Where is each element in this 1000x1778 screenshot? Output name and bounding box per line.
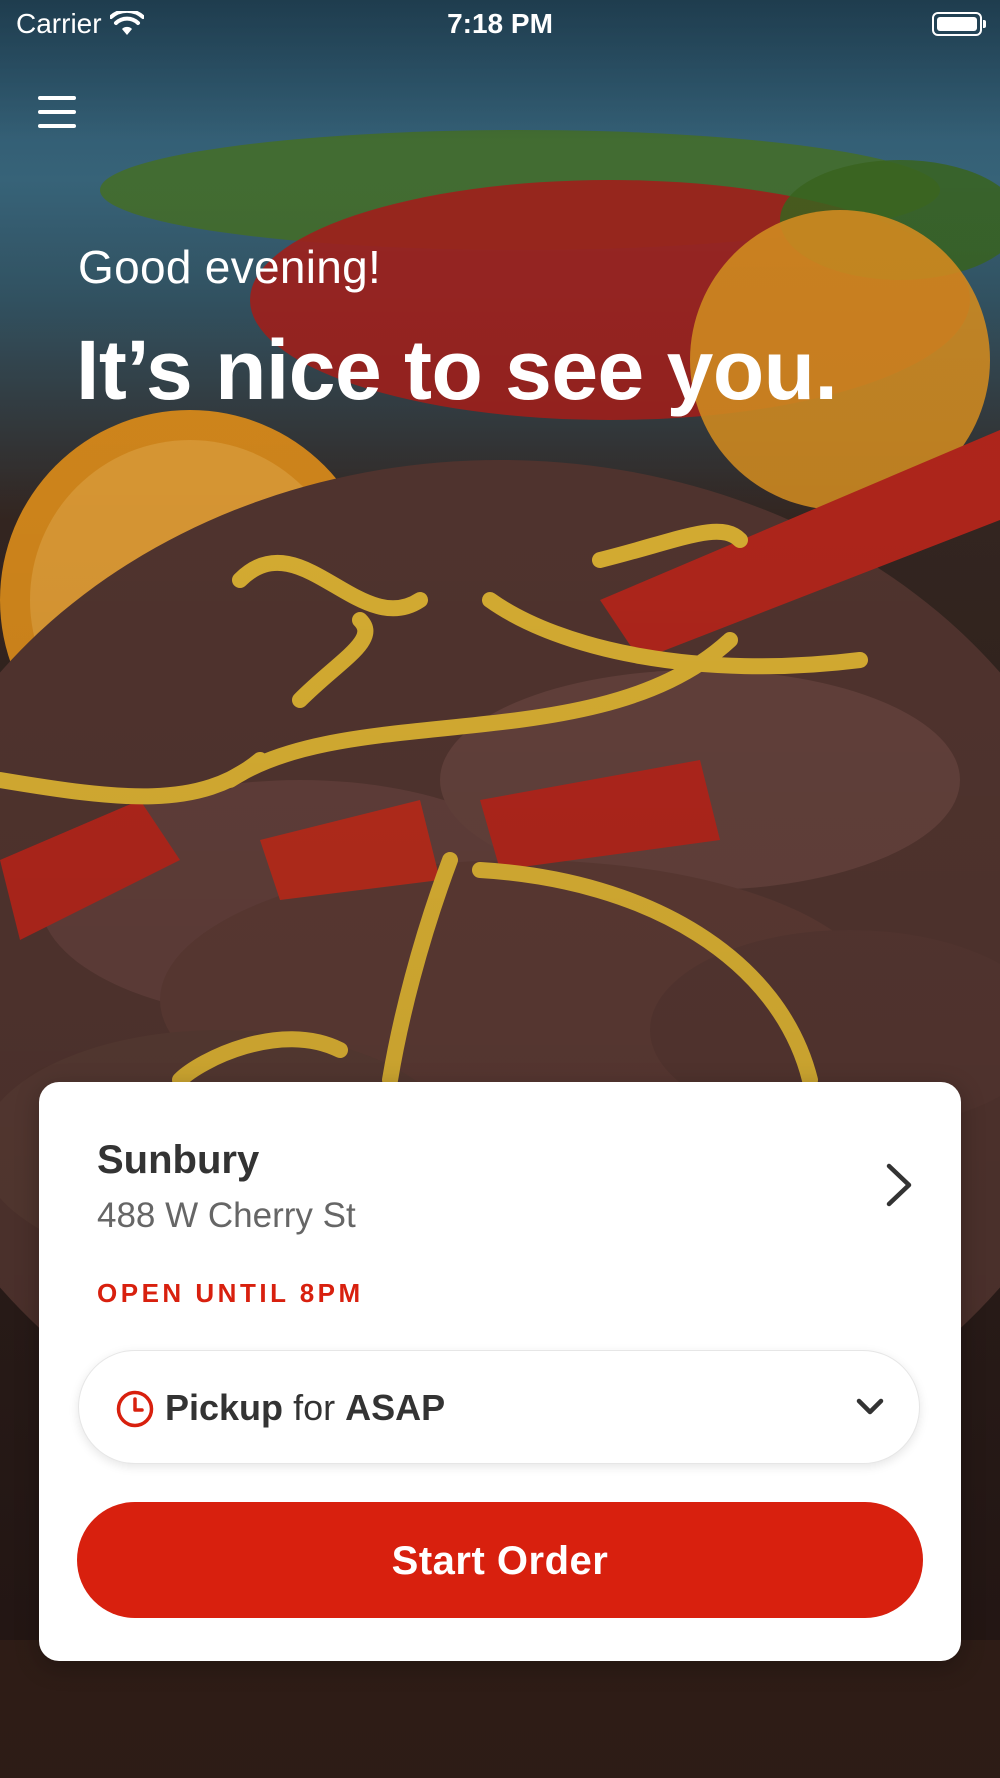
menu-line: [38, 96, 76, 100]
pickup-time-dropdown[interactable]: Pickup for ASAP: [78, 1350, 920, 1464]
headline-text: It’s nice to see you.: [76, 323, 838, 417]
status-time: 7:18 PM: [447, 8, 553, 39]
clock-icon: [116, 1390, 154, 1428]
chevron-right-icon: [886, 1163, 912, 1207]
chevron-down-icon: [856, 1398, 884, 1415]
greeting-text: Good evening!: [78, 241, 382, 293]
order-card: Sunbury 488 W Cherry St OPEN UNTIL 8PM P…: [39, 1082, 961, 1661]
order-mode-label: Pickup: [165, 1387, 284, 1428]
hamburger-menu-icon[interactable]: [36, 92, 80, 132]
location-address: 488 W Cherry St: [97, 1196, 356, 1235]
menu-line: [38, 124, 76, 128]
order-time-label: ASAP: [345, 1387, 446, 1428]
hours-status: OPEN UNTIL 8PM: [97, 1278, 364, 1308]
start-order-button[interactable]: Start Order: [77, 1502, 923, 1618]
battery-icon: [932, 12, 986, 36]
order-mode-connector: for: [293, 1387, 336, 1428]
status-bar: Carrier 7:18 PM: [0, 0, 1000, 52]
pickup-summary: Pickup for ASAP: [165, 1387, 445, 1429]
menu-line: [38, 110, 76, 114]
location-selector[interactable]: Sunbury 488 W Cherry St: [97, 1138, 917, 1248]
location-name: Sunbury: [97, 1138, 260, 1182]
